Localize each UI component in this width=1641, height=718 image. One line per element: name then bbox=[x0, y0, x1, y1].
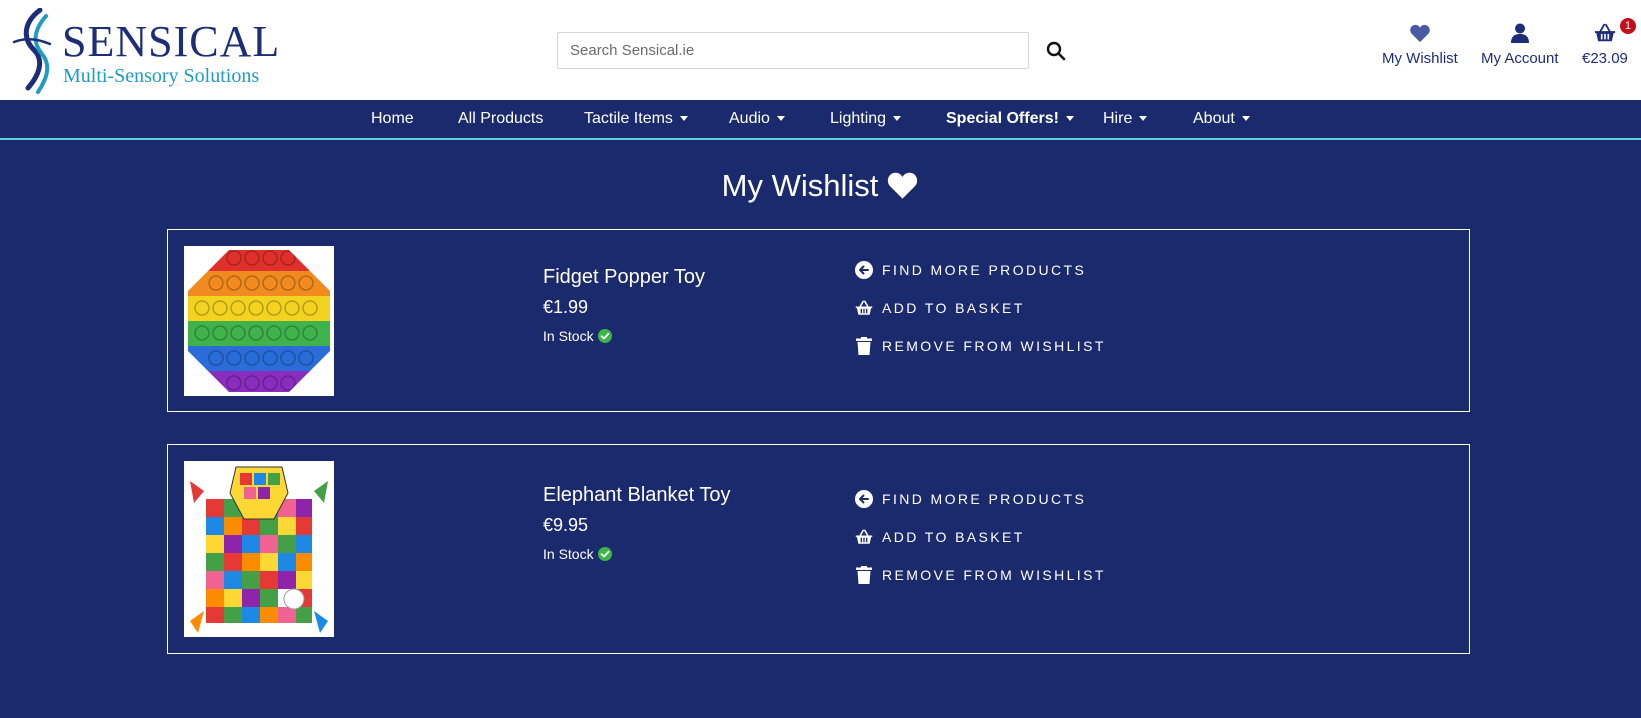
stock-status: In Stock bbox=[543, 546, 612, 562]
nav-special-offers[interactable]: Special Offers! bbox=[946, 100, 1074, 138]
wishlist-link-label: My Wishlist bbox=[1382, 50, 1458, 67]
check-circle-icon bbox=[597, 547, 612, 561]
nav-lighting-label: Lighting bbox=[830, 110, 887, 127]
page-title: My Wishlist bbox=[0, 166, 1641, 206]
trash-icon bbox=[856, 566, 872, 584]
add-to-basket-button[interactable]: Add to Basket bbox=[854, 527, 1025, 547]
stock-status-label: In Stock bbox=[543, 546, 594, 562]
page-title-text: My Wishlist bbox=[721, 168, 879, 203]
nav-audio-label: Audio bbox=[729, 110, 770, 127]
account-link[interactable]: My Account bbox=[1481, 22, 1559, 67]
basket-icon bbox=[855, 300, 873, 315]
logo-title: SENSICAL bbox=[62, 17, 281, 66]
search-button[interactable] bbox=[1041, 36, 1071, 66]
site-logo[interactable]: SENSICAL Multi-Sensory Solutions bbox=[10, 8, 279, 94]
wishlist-link[interactable]: My Wishlist bbox=[1382, 22, 1458, 67]
nav-about-label: About bbox=[1193, 110, 1235, 127]
caret-down-icon bbox=[893, 116, 902, 122]
caret-down-icon bbox=[1065, 116, 1074, 122]
product-price: €1.99 bbox=[543, 297, 589, 317]
stock-status: In Stock bbox=[543, 328, 612, 344]
nav-tactile-items[interactable]: Tactile Items bbox=[584, 100, 688, 138]
basket-link[interactable]: 1 €23.09 bbox=[1582, 18, 1636, 67]
heart-icon bbox=[1410, 24, 1430, 43]
remove-from-wishlist-button[interactable]: Remove from Wishlist bbox=[854, 565, 1106, 585]
product-name[interactable]: Fidget Popper Toy bbox=[543, 266, 705, 289]
main-nav: Home All Products Tactile Items Audio Li… bbox=[0, 100, 1641, 140]
fidget-popper-image bbox=[188, 250, 330, 392]
add-to-basket-button[interactable]: Add to Basket bbox=[854, 298, 1025, 318]
find-more-products-label: Find More Products bbox=[882, 491, 1087, 507]
product-name[interactable]: Elephant Blanket Toy bbox=[543, 484, 731, 507]
nav-home[interactable]: Home bbox=[371, 100, 414, 138]
wishlist-item: Elephant Blanket Toy €9.95 In Stock Find… bbox=[167, 444, 1470, 654]
add-to-basket-label: Add to Basket bbox=[882, 300, 1025, 316]
nav-all-products-label: All Products bbox=[458, 110, 544, 127]
product-image[interactable] bbox=[184, 461, 334, 637]
basket-count-badge: 1 bbox=[1619, 18, 1636, 34]
arrow-left-circle-icon bbox=[855, 261, 873, 279]
product-price: €9.95 bbox=[543, 515, 589, 535]
heart-icon bbox=[888, 172, 918, 199]
nav-home-label: Home bbox=[371, 110, 414, 127]
user-icon bbox=[1510, 23, 1529, 43]
caret-down-icon bbox=[776, 116, 785, 122]
stock-status-label: In Stock bbox=[543, 328, 594, 344]
nav-hire-label: Hire bbox=[1103, 110, 1133, 127]
trash-icon bbox=[856, 337, 872, 355]
nav-audio[interactable]: Audio bbox=[729, 100, 785, 138]
search-input[interactable] bbox=[557, 32, 1029, 69]
remove-from-wishlist-button[interactable]: Remove from Wishlist bbox=[854, 336, 1106, 356]
search-icon bbox=[1046, 41, 1066, 61]
wishlist-item: Fidget Popper Toy €1.99 In Stock Find Mo… bbox=[167, 229, 1470, 412]
basket-icon bbox=[1594, 23, 1616, 42]
caret-down-icon bbox=[1139, 116, 1148, 122]
basket-icon bbox=[855, 529, 873, 544]
find-more-products-button[interactable]: Find More Products bbox=[854, 260, 1086, 280]
account-link-label: My Account bbox=[1481, 50, 1559, 67]
find-more-products-button[interactable]: Find More Products bbox=[854, 489, 1086, 509]
logo-subtitle: Multi-Sensory Solutions bbox=[63, 65, 260, 87]
check-circle-icon bbox=[597, 329, 612, 343]
find-more-products-label: Find More Products bbox=[882, 262, 1087, 278]
remove-from-wishlist-label: Remove from Wishlist bbox=[882, 567, 1106, 583]
basket-total: €23.09 bbox=[1582, 50, 1628, 67]
nav-special-offers-label: Special Offers! bbox=[946, 110, 1059, 127]
nav-about[interactable]: About bbox=[1193, 100, 1250, 138]
nav-all-products[interactable]: All Products bbox=[458, 100, 543, 138]
nav-tactile-items-label: Tactile Items bbox=[584, 110, 673, 127]
product-image[interactable] bbox=[184, 246, 334, 396]
nav-hire[interactable]: Hire bbox=[1103, 100, 1148, 138]
caret-down-icon bbox=[679, 116, 688, 122]
remove-from-wishlist-label: Remove from Wishlist bbox=[882, 338, 1106, 354]
elephant-blanket-image bbox=[190, 466, 328, 633]
logo-swirl-icon bbox=[12, 8, 52, 94]
add-to-basket-label: Add to Basket bbox=[882, 529, 1025, 545]
caret-down-icon bbox=[1241, 116, 1250, 122]
site-header: SENSICAL Multi-Sensory Solutions My Wish… bbox=[0, 0, 1641, 100]
arrow-left-circle-icon bbox=[855, 490, 873, 508]
nav-lighting[interactable]: Lighting bbox=[830, 100, 902, 138]
